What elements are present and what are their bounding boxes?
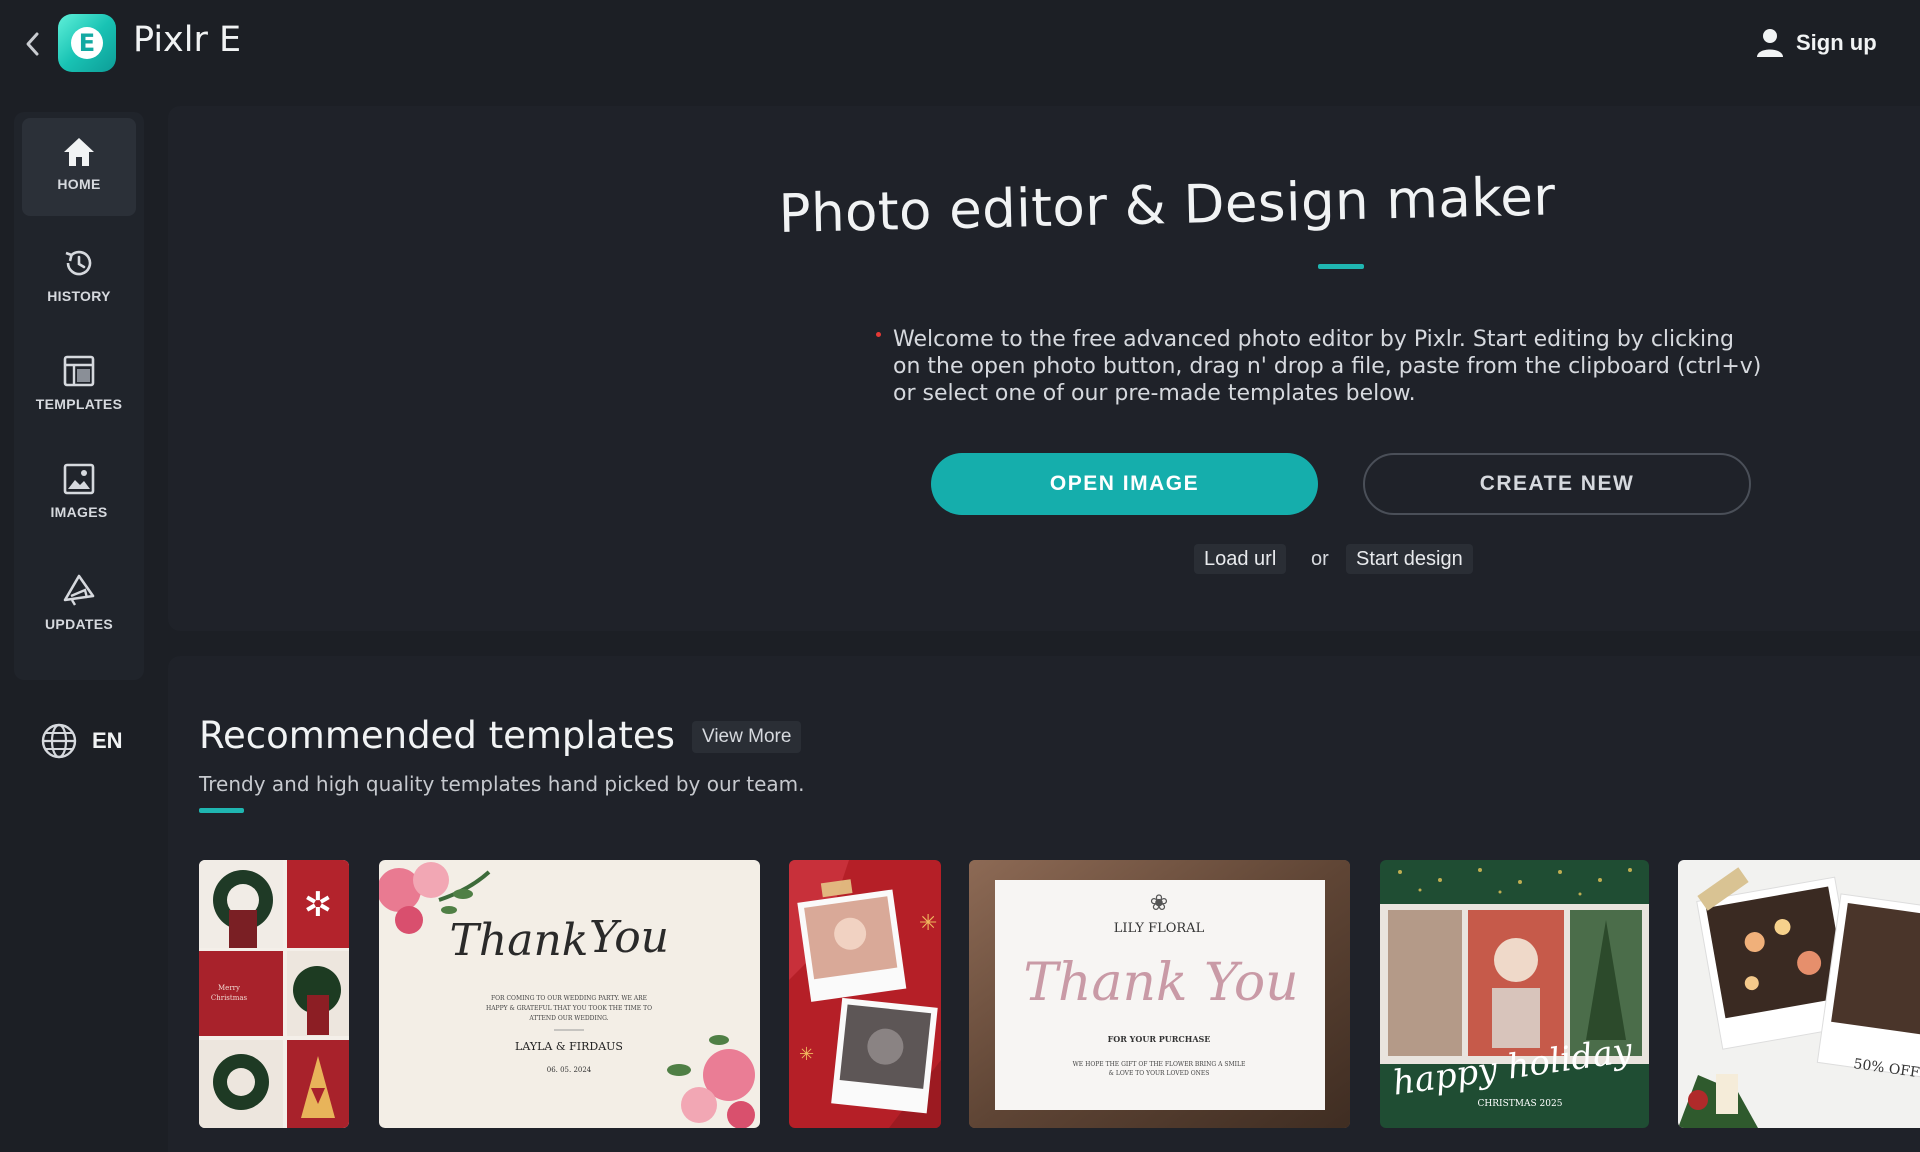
signup-button[interactable]: Sign up	[1756, 26, 1877, 60]
sidebar-item-label: HISTORY	[47, 288, 111, 304]
template-card-thank-you-wedding[interactable]: Thank You FOR COMING TO OUR WEDDING PART…	[379, 860, 760, 1128]
history-icon	[65, 250, 92, 276]
card-text: 06. 05. 2024	[547, 1066, 592, 1074]
sidebar-item-updates[interactable]: UPDATES	[22, 554, 136, 652]
globe-icon	[41, 723, 77, 759]
sidebar-item-templates[interactable]: TEMPLATES	[22, 336, 136, 434]
card-text: FOR YOUR PURCHASE	[1108, 1034, 1211, 1044]
description-line: on the open photo button, drag n' drop a…	[893, 354, 1762, 379]
template-card-christmas-sale[interactable]: 50% OFF	[1678, 860, 1920, 1128]
app-logo: E	[58, 14, 116, 72]
card-text: WE HOPE THE GIFT OF THE FLOWER BRING A S…	[1073, 1061, 1246, 1068]
hero-description: Welcome to the free advanced photo edito…	[893, 326, 1793, 407]
card-text: & LOVE TO YOUR LOVED ONES	[1109, 1070, 1210, 1077]
description-line: or select one of our pre-made templates …	[893, 381, 1416, 406]
card-text: Merry	[218, 984, 240, 992]
svg-text:✲: ✲	[304, 885, 333, 925]
open-image-button[interactable]: OPEN IMAGE	[931, 453, 1318, 515]
back-arrow-icon[interactable]	[20, 28, 46, 60]
card-text: HAPPY & GRATEFUL THAT YOU TOOK THE TIME …	[486, 1005, 652, 1012]
sidebar-item-home[interactable]: HOME	[22, 118, 136, 216]
svg-text:❀: ❀	[1150, 891, 1168, 916]
template-card-lily-floral[interactable]: ❀ LILY FLORAL Thank You FOR YOUR PURCHAS…	[969, 860, 1350, 1128]
template-thumbnail: 50% OFF	[1678, 860, 1920, 1128]
template-thumbnail: happy holiday CHRISTMAS 2025	[1380, 860, 1649, 1128]
card-text: Thank You	[1023, 953, 1298, 1013]
sidebar-item-images[interactable]: IMAGES	[22, 444, 136, 542]
template-card-red-polaroid[interactable]: ✳ ✳	[789, 860, 941, 1128]
card-text: Christmas	[211, 994, 248, 1002]
sidebar-item-history[interactable]: HISTORY	[22, 228, 136, 326]
top-bar: E Pixlr E Sign up	[0, 0, 1920, 100]
svg-text:✳: ✳	[799, 1044, 814, 1065]
images-icon	[63, 463, 95, 495]
card-text: LILY FLORAL	[1114, 921, 1205, 936]
templates-title: Recommended templates	[199, 714, 675, 757]
create-new-button[interactable]: CREATE NEW	[1363, 453, 1751, 515]
language-selector[interactable]: EN	[40, 722, 123, 760]
app-title: Pixlr E	[133, 20, 242, 60]
signup-label: Sign up	[1796, 30, 1877, 55]
templates-icon	[63, 355, 95, 387]
templates-underline	[199, 808, 244, 813]
load-url-link[interactable]: Load url	[1194, 544, 1287, 574]
updates-icon	[63, 574, 95, 606]
sidebar-item-label: HOME	[57, 176, 101, 192]
or-separator: or	[1311, 548, 1329, 570]
card-text: You	[589, 912, 669, 963]
sidebar: HOME HISTORY TEMPLATES IMAGES UPDATES	[14, 112, 144, 680]
template-thumbnail: Thank You FOR COMING TO OUR WEDDING PART…	[379, 860, 760, 1128]
red-dot	[876, 332, 881, 337]
sidebar-item-label: IMAGES	[50, 504, 108, 520]
start-design-link[interactable]: Start design	[1346, 544, 1473, 574]
user-icon	[1757, 29, 1783, 57]
template-thumbnail: ❀ LILY FLORAL Thank You FOR YOUR PURCHAS…	[969, 860, 1350, 1128]
template-thumbnail: ✲ Merry Christmas	[199, 860, 349, 1128]
templates-subtitle: Trendy and high quality templates hand p…	[199, 772, 805, 796]
card-text: ATTEND OUR WEDDING.	[528, 1015, 608, 1022]
sidebar-item-label: UPDATES	[45, 616, 113, 632]
logo-letter: E	[71, 27, 103, 59]
language-label: EN	[92, 728, 123, 753]
template-card-christmas-collage[interactable]: ✲ Merry Christmas	[199, 860, 349, 1128]
template-thumbnail: ✳ ✳	[789, 860, 941, 1128]
description-line: Welcome to the free advanced photo edito…	[893, 327, 1734, 352]
svg-text:✳: ✳	[919, 911, 937, 936]
card-text: LAYLA & FIRDAUS	[515, 1040, 623, 1053]
view-more-button[interactable]: View More	[692, 721, 802, 753]
template-card-happy-holiday[interactable]: happy holiday CHRISTMAS 2025	[1380, 860, 1649, 1128]
card-text: Thank	[450, 915, 589, 966]
home-icon	[64, 138, 94, 166]
card-text: FOR COMING TO OUR WEDDING PARTY. WE ARE	[491, 995, 647, 1002]
sidebar-item-label: TEMPLATES	[35, 396, 123, 412]
title-underline	[1318, 264, 1364, 269]
card-text: CHRISTMAS 2025	[1478, 1099, 1563, 1109]
